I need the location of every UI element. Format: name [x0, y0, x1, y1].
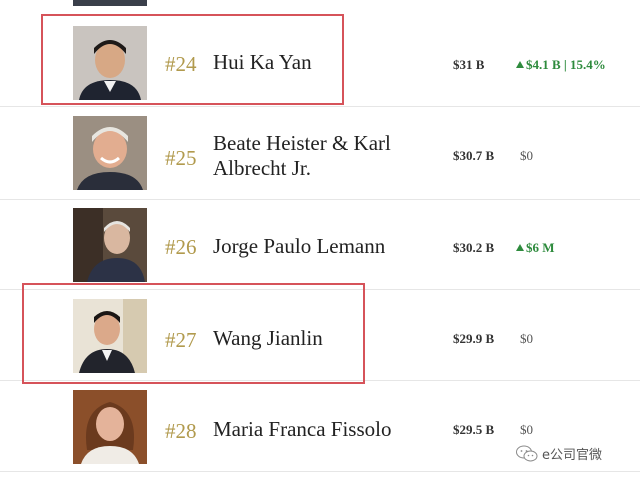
portrait-photo-icon: [73, 116, 147, 190]
portrait-photo-icon: [73, 390, 147, 464]
net-worth: $29.9 B: [453, 331, 495, 346]
worth-change: $0: [520, 331, 533, 346]
net-worth: $31 B: [453, 57, 485, 72]
list-item[interactable]: #26 Jorge Paulo Lemann $30.2 B $6 M: [0, 200, 640, 290]
worth-change: $0: [520, 148, 533, 163]
highlight-box-wang-jianlin: [22, 283, 365, 384]
watermark: e公司官微: [516, 444, 602, 463]
worth-change: $6 M: [516, 240, 555, 256]
arrow-up-icon: [516, 61, 524, 68]
highlight-box-hui-ka-yan: [41, 14, 344, 105]
worth-change: $4.1 B | 15.4%: [516, 57, 606, 73]
portrait-photo-icon: [73, 208, 147, 282]
rank-label: #28: [165, 419, 197, 443]
rank-label: #25: [165, 146, 197, 170]
rank-label: #26: [165, 235, 197, 259]
billionaire-list: #24 Hui Ka Yan $31 B $4.1 B | 15.4% Beat…: [0, 0, 640, 483]
watermark-text: e公司官微: [542, 448, 602, 463]
net-worth: $30.2 B: [453, 240, 495, 255]
wechat-icon: [516, 445, 538, 461]
previous-row-photo-edge: [73, 0, 147, 6]
person-name-line-1[interactable]: Beate Heister & Karl: [213, 131, 391, 156]
worth-change-value: $6 M: [526, 240, 555, 255]
net-worth: $29.5 B: [453, 422, 495, 437]
avatar[interactable]: [73, 116, 147, 190]
avatar[interactable]: [73, 390, 147, 464]
list-item[interactable]: Beate Heister & Karl Albrecht Jr. #25 $3…: [0, 107, 640, 200]
person-name[interactable]: Maria Franca Fissolo: [213, 417, 391, 442]
person-name[interactable]: Jorge Paulo Lemann: [213, 234, 385, 259]
arrow-up-icon: [516, 244, 524, 251]
worth-change: $0: [520, 422, 533, 437]
net-worth: $30.7 B: [453, 148, 495, 163]
worth-change-value: $4.1 B | 15.4%: [526, 57, 606, 72]
avatar[interactable]: [73, 208, 147, 282]
person-name-line-2[interactable]: Albrecht Jr.: [213, 156, 311, 181]
